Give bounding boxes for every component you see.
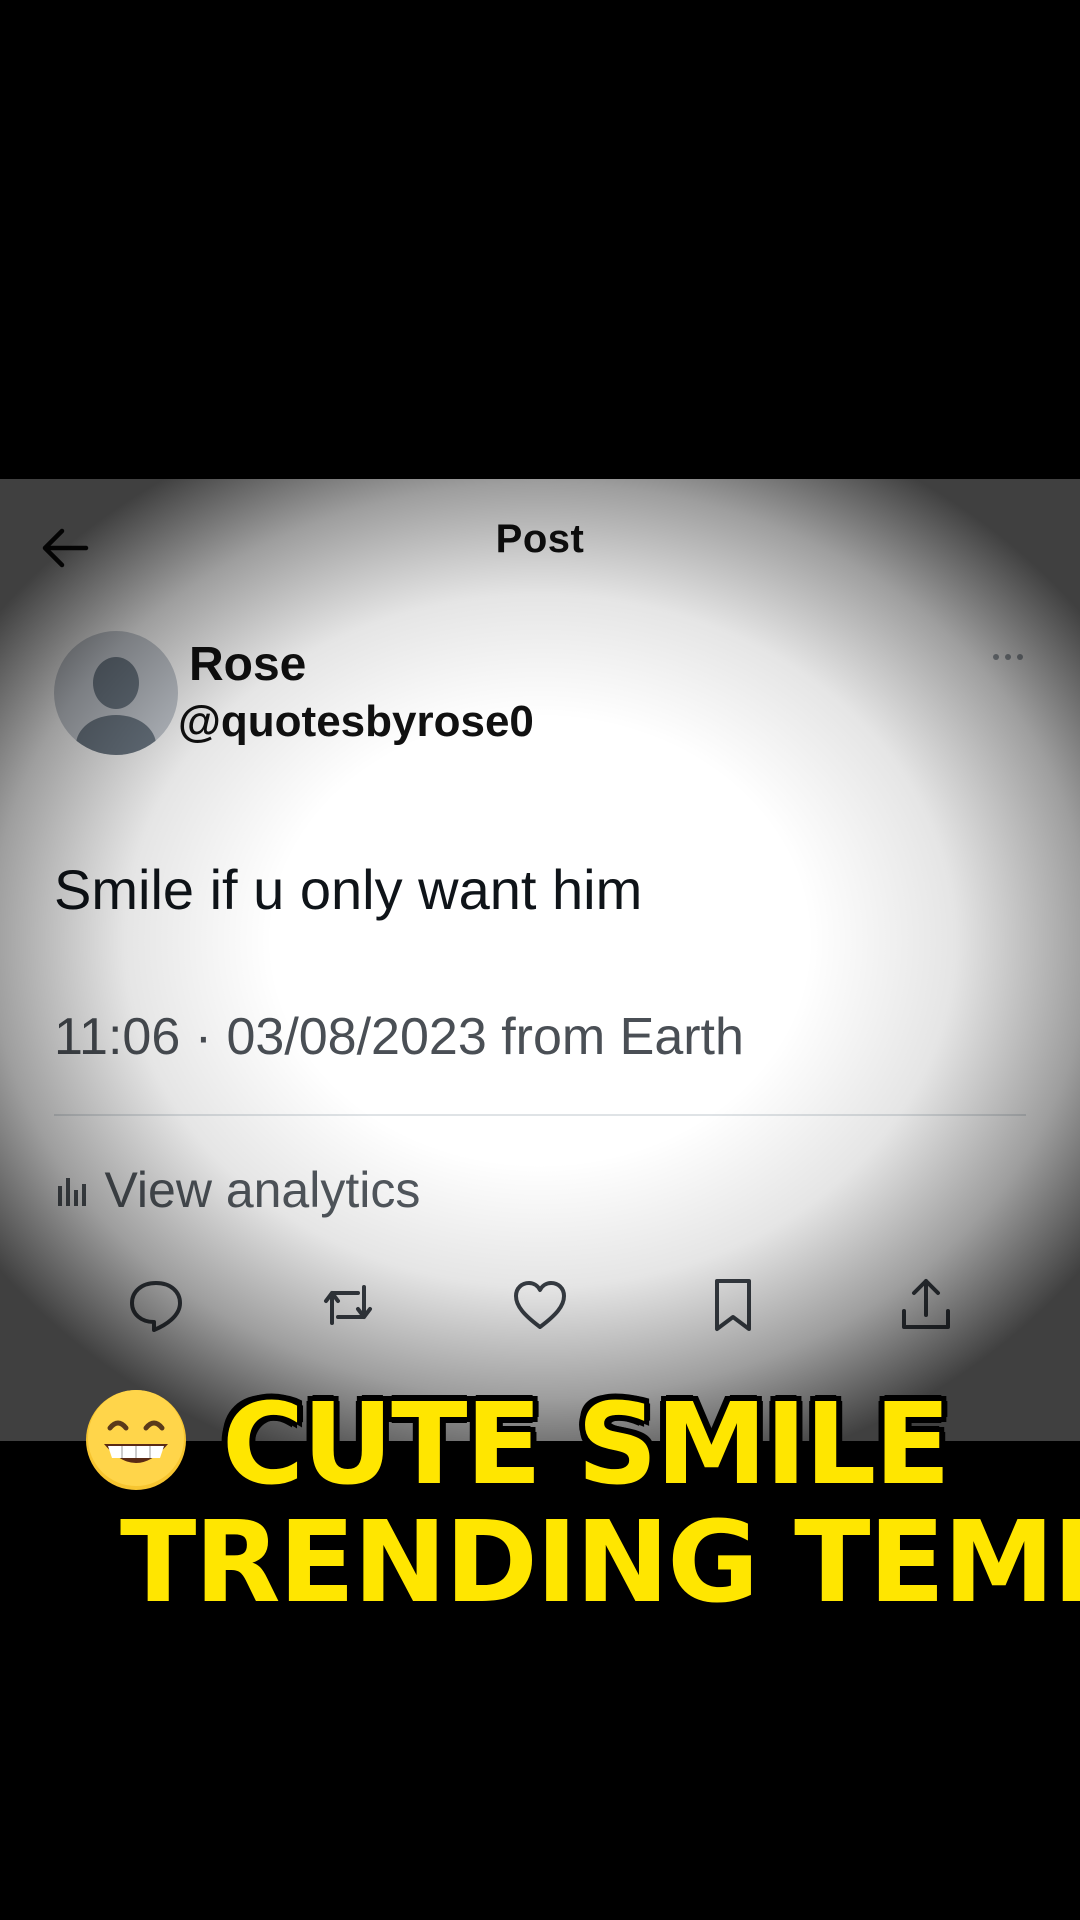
bookmark-icon: [715, 1279, 751, 1331]
more-dot-icon: [993, 654, 999, 660]
repost-button[interactable]: [318, 1275, 378, 1335]
grinning-face-emoji-icon: [86, 1390, 186, 1490]
author-name[interactable]: Rose: [189, 637, 306, 692]
divider: [54, 1114, 1026, 1116]
bookmark-button[interactable]: [703, 1275, 763, 1335]
view-analytics-link[interactable]: View analytics: [56, 1161, 420, 1221]
post-author[interactable]: Rose @quotesbyrose0: [54, 631, 994, 761]
analytics-bars-icon: [58, 1178, 86, 1206]
more-dot-icon: [1017, 654, 1023, 660]
share-upload-icon: [902, 1279, 950, 1329]
post-actions-bar: [0, 1275, 1080, 1345]
avatar-body-shape: [76, 715, 156, 755]
speech-bubble-icon: [130, 1281, 182, 1332]
avatar-head-shape: [93, 657, 139, 709]
page-title: Post: [495, 517, 585, 561]
repost-arrows-icon: [324, 1285, 372, 1325]
like-button[interactable]: [510, 1275, 570, 1335]
reply-button[interactable]: [126, 1275, 186, 1335]
more-dot-icon: [1005, 654, 1011, 660]
analytics-label: View analytics: [104, 1162, 421, 1218]
post-text: Smile if u only want him: [54, 858, 643, 921]
post-source: from Earth: [501, 1008, 744, 1066]
caption-line-1: CUTE SMILE: [222, 1380, 951, 1510]
video-frame: Post Rose @quotesbyrose0 Smile if u only…: [0, 0, 1080, 1920]
share-button[interactable]: [896, 1275, 956, 1335]
post-meta: 11:06 · 03/08/2023 from Earth: [54, 1007, 744, 1067]
video-caption: CUTE SMILE TRENDING TEMP: [0, 1380, 1080, 1640]
post-timestamp[interactable]: 11:06 · 03/08/2023: [54, 1008, 487, 1066]
heart-icon: [514, 1281, 566, 1329]
post-header: Post: [0, 479, 1080, 604]
more-options-button[interactable]: [990, 647, 1040, 669]
author-handle[interactable]: @quotesbyrose0: [178, 697, 534, 747]
caption-line-2: TRENDING TEMP: [120, 1498, 1080, 1628]
avatar[interactable]: [54, 631, 178, 755]
post-screenshot: Post Rose @quotesbyrose0 Smile if u only…: [0, 479, 1080, 1441]
